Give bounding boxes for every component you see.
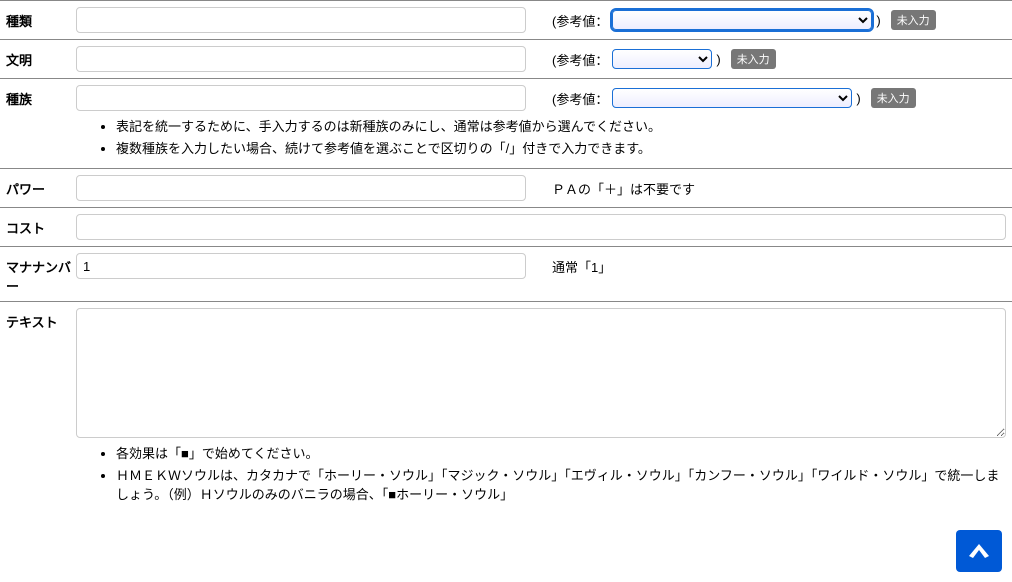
cost-input[interactable] — [76, 214, 1006, 240]
text-note-2: ＨＭＥＫＷソウルは、カタカナで「ホーリー・ソウル」「マジック・ソウル」「エヴィル… — [116, 466, 1006, 505]
ref-prefix: (参考値： — [552, 11, 608, 30]
ref-prefix: (参考値： — [552, 89, 608, 108]
label-civ: 文明 — [6, 46, 76, 69]
type-empty-badge: 未入力 — [891, 10, 936, 30]
label-mana: マナナンバー — [6, 253, 76, 295]
label-cost: コスト — [6, 214, 76, 237]
row-type: 種類 (参考値： ) 未入力 — [0, 0, 1012, 39]
label-race: 種族 — [6, 85, 76, 108]
power-input[interactable] — [76, 175, 526, 201]
row-mana: マナナンバー 通常「1」 — [0, 246, 1012, 301]
civ-empty-badge: 未入力 — [731, 49, 776, 69]
row-race: 種族 (参考値： ) 未入力 表記を統一するために、手入力するのは新種族のみにし… — [0, 78, 1012, 168]
ref-suffix: ) — [876, 13, 880, 28]
ref-prefix: (参考値： — [552, 50, 608, 69]
label-type: 種類 — [6, 7, 76, 30]
race-ref-group: (参考値： ) 未入力 — [552, 88, 916, 108]
scroll-to-top-button[interactable] — [956, 530, 1002, 572]
race-input[interactable] — [76, 85, 526, 111]
text-note-1: 各効果は「■」で始めてください。 — [116, 444, 1006, 464]
label-power: パワー — [6, 175, 76, 198]
race-ref-select[interactable] — [612, 88, 852, 108]
mana-input[interactable] — [76, 253, 526, 279]
race-note-2: 複数種族を入力したい場合、続けて参考値を選ぶことで区切りの「/」付きで入力できま… — [116, 139, 1006, 159]
civ-input[interactable] — [76, 46, 526, 72]
row-text: テキスト 各効果は「■」で始めてください。 ＨＭＥＫＷソウルは、カタカナで「ホー… — [0, 301, 1012, 515]
row-cost: コスト — [0, 207, 1012, 246]
row-civ: 文明 (参考値： ) 未入力 — [0, 39, 1012, 78]
ref-suffix: ) — [856, 91, 860, 106]
text-notes: 各効果は「■」で始めてください。 ＨＭＥＫＷソウルは、カタカナで「ホーリー・ソウ… — [76, 444, 1006, 507]
civ-ref-group: (参考値： ) 未入力 — [552, 49, 776, 69]
power-note: ＰＡの「＋」は不要です — [552, 179, 695, 198]
race-notes: 表記を統一するために、手入力するのは新種族のみにし、通常は参考値から選んでくださ… — [76, 117, 1006, 160]
type-ref-select[interactable] — [612, 10, 872, 30]
row-power: パワー ＰＡの「＋」は不要です — [0, 168, 1012, 207]
type-ref-group: (参考値： ) 未入力 — [552, 10, 936, 30]
civ-ref-select[interactable] — [612, 49, 712, 69]
label-text: テキスト — [6, 308, 76, 331]
ref-suffix: ) — [716, 52, 720, 67]
chevron-up-icon — [969, 544, 989, 558]
card-form: 種類 (参考値： ) 未入力 文明 — [0, 0, 1012, 515]
mana-note: 通常「1」 — [552, 257, 611, 276]
type-input[interactable] — [76, 7, 526, 33]
race-note-1: 表記を統一するために、手入力するのは新種族のみにし、通常は参考値から選んでくださ… — [116, 117, 1006, 137]
race-empty-badge: 未入力 — [871, 88, 916, 108]
text-textarea[interactable] — [76, 308, 1006, 438]
